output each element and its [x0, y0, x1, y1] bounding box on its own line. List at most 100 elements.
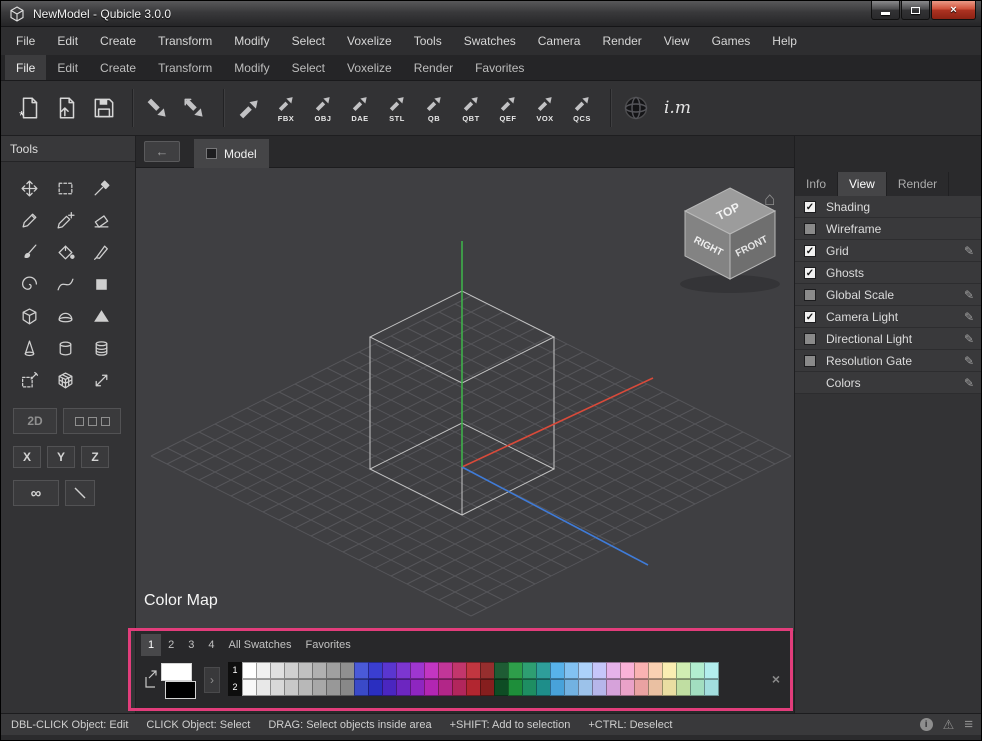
edit-icon[interactable]: ✎ [964, 310, 974, 324]
menu-swatches[interactable]: Swatches [453, 27, 527, 55]
foreground-color-well[interactable] [161, 663, 192, 681]
color-swatch[interactable] [536, 662, 551, 679]
voxel-grid-tool[interactable] [47, 364, 83, 396]
edit-icon[interactable]: ✎ [964, 354, 974, 368]
color-swatch[interactable] [284, 662, 299, 679]
color-swatch[interactable] [354, 662, 369, 679]
tab-render[interactable]: Render [887, 172, 949, 196]
submenu-voxelize[interactable]: Voxelize [336, 55, 403, 80]
color-swatch[interactable] [256, 679, 271, 696]
minimize-button[interactable] [871, 1, 900, 20]
axis-x-button[interactable]: X [13, 446, 41, 468]
submenu-favorites[interactable]: Favorites [464, 55, 535, 80]
menu-voxelize[interactable]: Voxelize [336, 27, 403, 55]
color-swatch[interactable] [620, 679, 635, 696]
menu-transform[interactable]: Transform [147, 27, 223, 55]
color-swatch[interactable] [284, 679, 299, 696]
checkbox-directional-light[interactable] [804, 333, 816, 345]
export-button[interactable] [232, 85, 266, 131]
color-swatch[interactable] [704, 662, 719, 679]
color-swatch[interactable] [550, 662, 565, 679]
color-swatch[interactable] [494, 679, 509, 696]
color-swatch[interactable] [690, 679, 705, 696]
wand-select-tool[interactable] [11, 364, 47, 396]
color-swatch[interactable] [648, 662, 663, 679]
palette-tab-3[interactable]: 3 [181, 634, 201, 656]
palette-tab-4[interactable]: 4 [201, 634, 221, 656]
palette-tab-1[interactable]: 1 [141, 634, 161, 656]
option-resolution-gate[interactable]: Resolution Gate✎ [795, 350, 982, 372]
open-file-button[interactable] [50, 85, 84, 131]
color-swatch[interactable] [662, 679, 677, 696]
color-swatch[interactable] [634, 662, 649, 679]
palette-close-icon[interactable]: × [772, 671, 780, 687]
checkbox-shading[interactable]: ✓ [804, 201, 816, 213]
export-qb-button[interactable]: QB [417, 85, 451, 131]
color-swatch[interactable] [508, 662, 523, 679]
curve-tool[interactable] [47, 268, 83, 300]
box-tool[interactable] [11, 300, 47, 332]
color-swatch[interactable] [564, 662, 579, 679]
color-swatch[interactable] [382, 679, 397, 696]
submenu-create[interactable]: Create [89, 55, 147, 80]
import-button[interactable] [141, 85, 175, 131]
color-swatch[interactable] [368, 662, 383, 679]
color-swatch[interactable] [578, 662, 593, 679]
export-colors-icon[interactable] [143, 667, 158, 691]
color-swatch[interactable] [340, 662, 355, 679]
export-qef-button[interactable]: QEF [491, 85, 525, 131]
warning-icon[interactable]: ⚠ [943, 718, 955, 731]
color-swatch[interactable] [536, 679, 551, 696]
color-swatch[interactable] [242, 679, 257, 696]
export-obj-button[interactable]: OBJ [306, 85, 340, 131]
brush-tool[interactable] [11, 236, 47, 268]
palette-tab-all-swatches[interactable]: All Swatches [222, 634, 299, 656]
model-tab[interactable]: Model [194, 139, 269, 168]
color-swatch[interactable] [438, 662, 453, 679]
color-swatch[interactable] [606, 662, 621, 679]
export-fbx-button[interactable]: FBX [269, 85, 303, 131]
color-swatch[interactable] [550, 679, 565, 696]
menu-file[interactable]: File [5, 27, 46, 55]
axis-z-button[interactable]: Z [81, 446, 109, 468]
checkbox-camera-light[interactable]: ✓ [804, 311, 816, 323]
back-button[interactable]: ← [144, 141, 180, 162]
export-vox-button[interactable]: VOX [528, 85, 562, 131]
sphere-button[interactable] [619, 85, 653, 131]
color-swatch[interactable] [256, 662, 271, 679]
color-swatch[interactable] [480, 662, 495, 679]
rectangle-tool[interactable] [83, 268, 119, 300]
slice-view-button[interactable] [63, 408, 121, 434]
color-swatch[interactable] [564, 679, 579, 696]
mode-2d-button[interactable]: 2D [13, 408, 57, 434]
scale-tool[interactable] [83, 364, 119, 396]
color-swatch[interactable] [242, 662, 257, 679]
color-swatch[interactable] [508, 679, 523, 696]
spike-tool[interactable] [11, 332, 47, 364]
menu-icon[interactable]: ≡ [964, 717, 973, 732]
save-file-button[interactable] [87, 85, 121, 131]
color-swatch[interactable] [522, 662, 537, 679]
option-colors[interactable]: Colors✎ [795, 372, 982, 394]
color-swatch[interactable] [368, 679, 383, 696]
import-merge-button[interactable] [178, 85, 212, 131]
submenu-transform[interactable]: Transform [147, 55, 223, 80]
color-swatch[interactable] [396, 662, 411, 679]
cylinder-tool[interactable] [47, 332, 83, 364]
color-swatch[interactable] [494, 662, 509, 679]
option-ghosts[interactable]: ✓Ghosts [795, 262, 982, 284]
menu-create[interactable]: Create [89, 27, 147, 55]
palette-tab-2[interactable]: 2 [161, 634, 181, 656]
edit-icon[interactable]: ✎ [964, 288, 974, 302]
color-swatch[interactable] [424, 662, 439, 679]
color-swatch[interactable] [354, 679, 369, 696]
edit-icon[interactable]: ✎ [964, 376, 974, 390]
move-tool[interactable] [11, 172, 47, 204]
knife-tool[interactable] [83, 236, 119, 268]
option-shading[interactable]: ✓Shading [795, 196, 982, 218]
home-icon[interactable]: ⌂ [764, 189, 775, 210]
tab-info[interactable]: Info [795, 172, 838, 196]
color-swatch[interactable] [410, 679, 425, 696]
color-swatch[interactable] [382, 662, 397, 679]
pencil-add-tool[interactable] [47, 204, 83, 236]
